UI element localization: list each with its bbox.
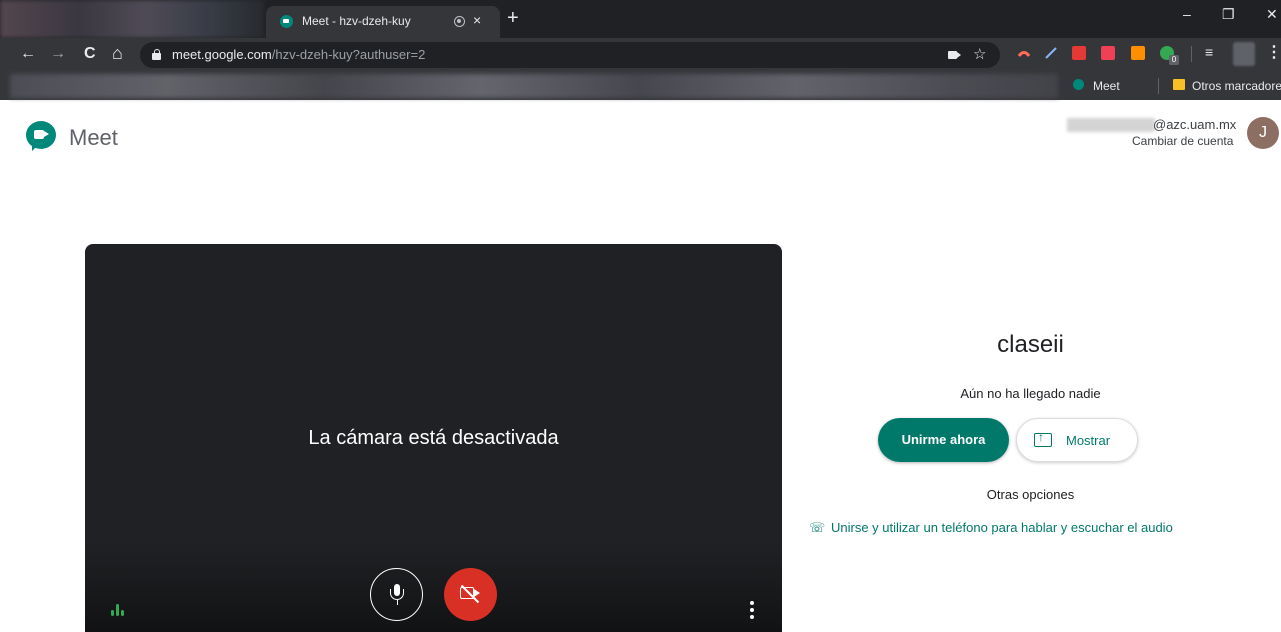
- meet-icon: [1073, 79, 1084, 90]
- extension-badge: 0: [1169, 55, 1179, 65]
- audio-level-icon: [111, 604, 127, 616]
- pocket-icon[interactable]: [1101, 46, 1115, 60]
- redacted-account: [1067, 118, 1155, 132]
- account-email: @azc.uam.mx: [1153, 117, 1237, 132]
- restore-button[interactable]: ❐: [1222, 6, 1235, 23]
- video-preview: La cámara está desactivada: [85, 244, 782, 632]
- tab-title: Meet - hzv-dzeh-kuy: [302, 14, 411, 28]
- toolbar-separator: [1191, 46, 1192, 62]
- window-close-button[interactable]: ✕: [1266, 6, 1278, 23]
- reload-button[interactable]: C: [84, 45, 96, 63]
- other-options-heading: Otras opciones: [986, 487, 1075, 502]
- present-screen-icon: [1034, 430, 1052, 447]
- meeting-name: claseii: [997, 331, 1064, 358]
- join-by-phone-label: Unirse y utilizar un teléfono para habla…: [831, 520, 1173, 535]
- tab-strip: Meet - hzv-dzeh-kuy × + – ❐ ✕: [0, 0, 1281, 38]
- home-button[interactable]: ⌂: [112, 43, 123, 64]
- camera-toggle-button[interactable]: [444, 568, 497, 621]
- present-button-label: Mostrar: [1066, 433, 1111, 448]
- meet-favicon-icon: [280, 15, 293, 28]
- bookmark-meet[interactable]: Meet: [1093, 79, 1120, 93]
- browser-toolbar: ← → C ⌂ meet.google.com/hzv-dzeh-kuy?aut…: [0, 38, 1281, 72]
- avatar[interactable]: J: [1247, 117, 1279, 149]
- join-by-phone-link[interactable]: ☏ Unirse y utilizar un teléfono para habl…: [809, 519, 1173, 537]
- blurred-tabs: [0, 0, 264, 38]
- pdf-icon[interactable]: [1072, 46, 1086, 60]
- profile-icon[interactable]: [1233, 42, 1255, 66]
- extension-red-icon[interactable]: [1017, 46, 1031, 60]
- lock-icon: [152, 49, 161, 60]
- phone-icon: ☏: [809, 520, 826, 535]
- microphone-button[interactable]: [370, 568, 423, 621]
- blurred-bookmarks: [10, 74, 1058, 98]
- forward-button[interactable]: →: [50, 45, 66, 63]
- minimize-button[interactable]: –: [1183, 6, 1191, 22]
- new-tab-button[interactable]: +: [507, 7, 519, 30]
- more-options-icon[interactable]: [750, 601, 754, 619]
- bookmarks-separator: [1158, 78, 1159, 94]
- shop-icon[interactable]: [1131, 46, 1145, 60]
- folder-icon: [1173, 79, 1185, 90]
- present-button[interactable]: Mostrar: [1016, 418, 1138, 462]
- reading-list-icon[interactable]: ≡: [1205, 44, 1213, 60]
- bookmark-star-icon[interactable]: ☆: [973, 45, 986, 63]
- tab-close-button[interactable]: ×: [473, 12, 481, 28]
- camera-off-message: La cámara está desactivada: [308, 427, 559, 449]
- join-now-button[interactable]: Unirme ahora: [878, 418, 1009, 462]
- camera-in-use-icon[interactable]: [948, 51, 961, 59]
- browser-menu-icon[interactable]: ⋮: [1266, 42, 1281, 62]
- bookmarks-bar: [0, 72, 1281, 100]
- switch-account-link[interactable]: Cambiar de cuenta: [1132, 134, 1233, 148]
- bookmark-other[interactable]: Otros marcadores: [1192, 79, 1281, 93]
- meeting-status: Aún no ha llegado nadie: [960, 386, 1101, 401]
- address-bar[interactable]: meet.google.com/hzv-dzeh-kuy?authuser=2 …: [140, 42, 1000, 68]
- meet-logo-icon[interactable]: [26, 121, 58, 153]
- tab-meet[interactable]: Meet - hzv-dzeh-kuy ×: [266, 6, 500, 38]
- recording-indicator-icon: [454, 16, 465, 27]
- brand-name[interactable]: Meet: [69, 125, 118, 151]
- pen-icon[interactable]: [1044, 46, 1058, 60]
- back-button[interactable]: ←: [20, 45, 36, 63]
- url-text[interactable]: meet.google.com/hzv-dzeh-kuy?authuser=2: [172, 47, 425, 62]
